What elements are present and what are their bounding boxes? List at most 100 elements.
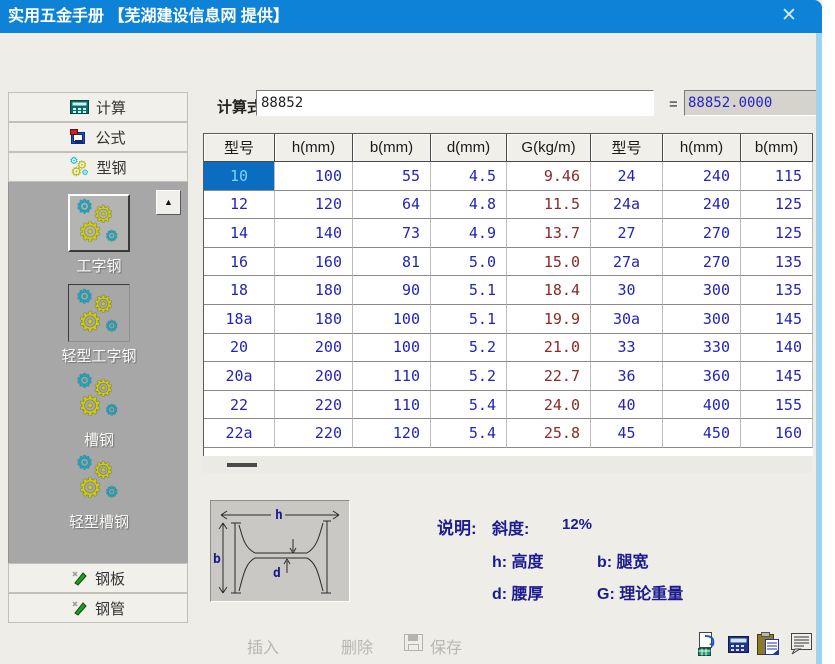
- table-cell-r9-c1[interactable]: 220: [275, 419, 353, 448]
- table-cell-r0-c0[interactable]: 10: [204, 162, 275, 191]
- table-cell-r0-c2[interactable]: 55: [353, 162, 431, 191]
- table-cell-r8-c7[interactable]: 155: [741, 391, 813, 420]
- column-header-3[interactable]: d(mm): [431, 134, 507, 162]
- sidebar-item-section-steel[interactable]: ⚙⚙⚙⚙ 型钢: [8, 152, 188, 182]
- table-cell-r5-c3[interactable]: 5.1: [431, 305, 507, 334]
- column-header-5[interactable]: 型号: [591, 134, 663, 162]
- table-cell-r8-c4[interactable]: 24.0: [507, 391, 591, 420]
- paste-icon[interactable]: [756, 631, 782, 657]
- table-cell-r9-c5[interactable]: 45: [591, 419, 663, 448]
- sidebar-item-steel-plate[interactable]: 钢板: [8, 563, 188, 593]
- table-cell-r6-c1[interactable]: 200: [275, 334, 353, 363]
- table-cell-r7-c5[interactable]: 36: [591, 362, 663, 391]
- table-cell-r5-c5[interactable]: 30a: [591, 305, 663, 334]
- scrollbar-thumb[interactable]: [227, 463, 257, 467]
- table-cell-r6-c6[interactable]: 330: [663, 334, 741, 363]
- table-cell-r1-c3[interactable]: 4.8: [431, 191, 507, 220]
- table-cell-r2-c5[interactable]: 27: [591, 219, 663, 248]
- table-cell-r3-c6[interactable]: 270: [663, 248, 741, 277]
- table-cell-r4-c2[interactable]: 90: [353, 276, 431, 305]
- sidebar-item-formula[interactable]: 公式: [8, 122, 188, 152]
- table-cell-r2-c4[interactable]: 13.7: [507, 219, 591, 248]
- table-cell-r3-c3[interactable]: 5.0: [431, 248, 507, 277]
- table-cell-r4-c7[interactable]: 135: [741, 276, 813, 305]
- table-cell-r1-c0[interactable]: 12: [204, 191, 275, 220]
- sidebar-item-steel-pipe[interactable]: 钢管: [8, 593, 188, 623]
- column-header-6[interactable]: h(mm): [663, 134, 741, 162]
- table-cell-r1-c7[interactable]: 125: [741, 191, 813, 220]
- table-cell-r6-c5[interactable]: 33: [591, 334, 663, 363]
- table-cell-r7-c2[interactable]: 110: [353, 362, 431, 391]
- table-cell-r3-c1[interactable]: 160: [275, 248, 353, 277]
- table-cell-r7-c4[interactable]: 22.7: [507, 362, 591, 391]
- save-button[interactable]: 保存: [430, 634, 462, 658]
- table-cell-r4-c6[interactable]: 300: [663, 276, 741, 305]
- table-cell-r9-c2[interactable]: 120: [353, 419, 431, 448]
- table-cell-r2-c6[interactable]: 270: [663, 219, 741, 248]
- table-cell-r1-c1[interactable]: 120: [275, 191, 353, 220]
- table-cell-r1-c4[interactable]: 11.5: [507, 191, 591, 220]
- table-cell-r5-c1[interactable]: 180: [275, 305, 353, 334]
- table-cell-r8-c3[interactable]: 5.4: [431, 391, 507, 420]
- horizontal-scrollbar[interactable]: [203, 456, 812, 473]
- calculator-icon[interactable]: [727, 631, 753, 657]
- table-cell-r0-c7[interactable]: 115: [741, 162, 813, 191]
- table-cell-r4-c5[interactable]: 30: [591, 276, 663, 305]
- table-cell-r9-c6[interactable]: 450: [663, 419, 741, 448]
- table-cell-r4-c4[interactable]: 18.4: [507, 276, 591, 305]
- close-icon[interactable]: ✕: [770, 0, 808, 33]
- table-cell-r2-c1[interactable]: 140: [275, 219, 353, 248]
- table-cell-r9-c4[interactable]: 25.8: [507, 419, 591, 448]
- shape-item-0[interactable]: ⚙⚙⚙⚙工字钢: [9, 194, 189, 276]
- table-cell-r8-c1[interactable]: 220: [275, 391, 353, 420]
- shape-item-3[interactable]: ⚙⚙⚙⚙轻型槽钢: [9, 450, 189, 532]
- formula-input[interactable]: [256, 90, 654, 116]
- column-header-4[interactable]: G(kg/m): [507, 134, 591, 162]
- table-cell-r5-c7[interactable]: 145: [741, 305, 813, 334]
- table-cell-r9-c3[interactable]: 5.4: [431, 419, 507, 448]
- table-cell-r4-c0[interactable]: 18: [204, 276, 275, 305]
- table-cell-r5-c0[interactable]: 18a: [204, 305, 275, 334]
- table-cell-r6-c4[interactable]: 21.0: [507, 334, 591, 363]
- table-cell-r0-c1[interactable]: 100: [275, 162, 353, 191]
- table-cell-r7-c1[interactable]: 200: [275, 362, 353, 391]
- table-cell-r2-c7[interactable]: 125: [741, 219, 813, 248]
- table-cell-r4-c3[interactable]: 5.1: [431, 276, 507, 305]
- table-cell-r9-c0[interactable]: 22a: [204, 419, 275, 448]
- table-cell-r0-c6[interactable]: 240: [663, 162, 741, 191]
- export-table-icon[interactable]: [697, 631, 723, 657]
- insert-button[interactable]: 插入: [247, 634, 279, 658]
- table-cell-r3-c2[interactable]: 81: [353, 248, 431, 277]
- table-cell-r9-c7[interactable]: 160: [741, 419, 813, 448]
- table-cell-r2-c0[interactable]: 14: [204, 219, 275, 248]
- column-header-2[interactable]: b(mm): [353, 134, 431, 162]
- column-header-7[interactable]: b(mm): [741, 134, 813, 162]
- table-cell-r1-c6[interactable]: 240: [663, 191, 741, 220]
- table-cell-r2-c2[interactable]: 73: [353, 219, 431, 248]
- table-cell-r6-c3[interactable]: 5.2: [431, 334, 507, 363]
- table-cell-r5-c2[interactable]: 100: [353, 305, 431, 334]
- shape-item-1[interactable]: ⚙⚙⚙⚙轻型工字钢: [9, 284, 189, 366]
- table-cell-r6-c7[interactable]: 140: [741, 334, 813, 363]
- table-cell-r1-c2[interactable]: 64: [353, 191, 431, 220]
- table-cell-r7-c7[interactable]: 145: [741, 362, 813, 391]
- table-cell-r1-c5[interactable]: 24a: [591, 191, 663, 220]
- table-cell-r3-c5[interactable]: 27a: [591, 248, 663, 277]
- table-cell-r3-c4[interactable]: 15.0: [507, 248, 591, 277]
- table-cell-r8-c0[interactable]: 22: [204, 391, 275, 420]
- table-cell-r3-c0[interactable]: 16: [204, 248, 275, 277]
- table-cell-r5-c4[interactable]: 19.9: [507, 305, 591, 334]
- table-cell-r6-c0[interactable]: 20: [204, 334, 275, 363]
- table-cell-r7-c6[interactable]: 360: [663, 362, 741, 391]
- table-cell-r0-c5[interactable]: 24: [591, 162, 663, 191]
- column-header-1[interactable]: h(mm): [275, 134, 353, 162]
- notes-icon[interactable]: [789, 631, 815, 657]
- table-cell-r6-c2[interactable]: 100: [353, 334, 431, 363]
- table-cell-r7-c3[interactable]: 5.2: [431, 362, 507, 391]
- shape-item-2[interactable]: ⚙⚙⚙⚙槽钢: [9, 368, 189, 450]
- column-header-0[interactable]: 型号: [204, 134, 275, 162]
- table-cell-r2-c3[interactable]: 4.9: [431, 219, 507, 248]
- table-cell-r7-c0[interactable]: 20a: [204, 362, 275, 391]
- table-cell-r0-c4[interactable]: 9.46: [507, 162, 591, 191]
- sidebar-item-calculate[interactable]: 计算: [8, 92, 188, 122]
